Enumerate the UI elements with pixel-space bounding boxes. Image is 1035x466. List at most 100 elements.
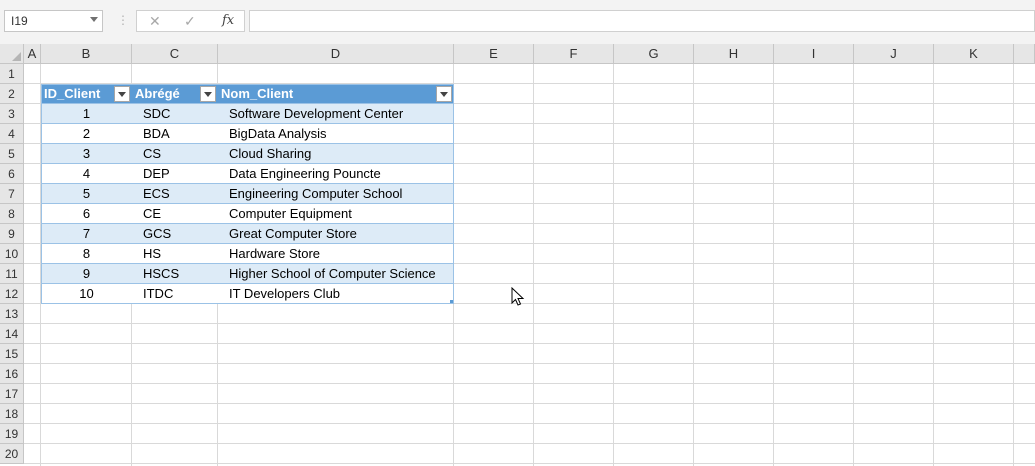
row-header-19[interactable]: 19 — [0, 424, 24, 444]
cell-abrege[interactable]: SDC — [143, 104, 218, 124]
gridline-vertical — [613, 64, 614, 466]
cell-nom-client[interactable]: Hardware Store — [229, 244, 454, 264]
gridline-horizontal — [24, 363, 1035, 364]
header-abrege-label: Abrégé — [135, 86, 180, 101]
gridline-horizontal — [24, 323, 1035, 324]
cell-abrege[interactable]: BDA — [143, 124, 218, 144]
cell-id-client[interactable]: 10 — [41, 284, 132, 304]
mouse-cursor-icon — [511, 287, 525, 306]
header-nom-client[interactable]: Nom_Client — [218, 84, 454, 104]
cell-abrege[interactable]: HS — [143, 244, 218, 264]
column-header-c[interactable]: C — [132, 44, 218, 64]
column-header-d[interactable]: D — [218, 44, 454, 64]
cell-id-client[interactable]: 5 — [41, 184, 132, 204]
gridline-horizontal — [24, 383, 1035, 384]
row-header-9[interactable]: 9 — [0, 224, 24, 244]
column-header-f[interactable]: F — [534, 44, 614, 64]
gridline-vertical — [773, 64, 774, 466]
header-id-client-label: ID_Client — [44, 86, 101, 101]
cell-id-client[interactable]: 7 — [41, 224, 132, 244]
gridline-vertical — [1013, 64, 1014, 466]
column-header-filler — [1014, 44, 1035, 64]
row-header-12[interactable]: 12 — [0, 284, 24, 304]
table-resize-handle[interactable] — [450, 300, 453, 303]
cell-id-client[interactable]: 1 — [41, 104, 132, 124]
cell-nom-client[interactable]: Computer Equipment — [229, 204, 454, 224]
gridline-vertical — [693, 64, 694, 466]
cell-abrege[interactable]: HSCS — [143, 264, 218, 284]
enter-icon[interactable]: ✓ — [184, 13, 196, 30]
cell-nom-client[interactable]: IT Developers Club — [229, 284, 454, 304]
gridline-horizontal — [24, 403, 1035, 404]
name-box[interactable]: I19 — [4, 10, 103, 32]
cell-abrege[interactable]: GCS — [143, 224, 218, 244]
cell-abrege[interactable]: ITDC — [143, 284, 218, 304]
cell-abrege[interactable]: CS — [143, 144, 218, 164]
cell-nom-client[interactable]: Software Development Center — [229, 104, 454, 124]
cancel-icon[interactable]: ✕ — [149, 13, 161, 30]
gridline-vertical — [933, 64, 934, 466]
filter-dropdown-icon[interactable] — [114, 86, 130, 102]
column-header-g[interactable]: G — [614, 44, 694, 64]
row-header-5[interactable]: 5 — [0, 144, 24, 164]
cell-id-client[interactable]: 8 — [41, 244, 132, 264]
row-header-2[interactable]: 2 — [0, 84, 24, 104]
gridline-horizontal — [24, 423, 1035, 424]
cell-abrege[interactable]: ECS — [143, 184, 218, 204]
row-header-14[interactable]: 14 — [0, 324, 24, 344]
row-header-8[interactable]: 8 — [0, 204, 24, 224]
row-header-13[interactable]: 13 — [0, 304, 24, 324]
cell-abrege[interactable]: CE — [143, 204, 218, 224]
formula-bar-grip-icon: ⋮ — [117, 13, 129, 27]
cell-id-client[interactable]: 4 — [41, 164, 132, 184]
insert-function-icon[interactable]: fx — [222, 13, 234, 28]
column-header-a[interactable]: A — [24, 44, 41, 64]
column-header-e[interactable]: E — [454, 44, 534, 64]
cell-id-client[interactable]: 3 — [41, 144, 132, 164]
column-header-j[interactable]: J — [854, 44, 934, 64]
column-header-i[interactable]: I — [774, 44, 854, 64]
row-header-10[interactable]: 10 — [0, 244, 24, 264]
header-nom-client-label: Nom_Client — [221, 86, 294, 101]
row-header-18[interactable]: 18 — [0, 404, 24, 424]
formula-input[interactable] — [249, 10, 1035, 32]
filter-dropdown-icon[interactable] — [436, 86, 452, 102]
cell-id-client[interactable]: 6 — [41, 204, 132, 224]
gridline-horizontal — [24, 443, 1035, 444]
cell-id-client[interactable]: 2 — [41, 124, 132, 144]
row-header-16[interactable]: 16 — [0, 364, 24, 384]
row-header-15[interactable]: 15 — [0, 344, 24, 364]
cell-nom-client[interactable]: Data Engineering Pouncte — [229, 164, 454, 184]
row-header-6[interactable]: 6 — [0, 164, 24, 184]
cell-nom-client[interactable]: Cloud Sharing — [229, 144, 454, 164]
cell-nom-client[interactable]: Higher School of Computer Science — [229, 264, 454, 284]
formula-buttons: ✕ ✓ fx — [136, 10, 245, 32]
cell-id-client[interactable]: 9 — [41, 264, 132, 284]
name-box-value: I19 — [11, 14, 28, 28]
cell-nom-client[interactable]: Great Computer Store — [229, 224, 454, 244]
filter-dropdown-icon[interactable] — [200, 86, 216, 102]
row-header-20[interactable]: 20 — [0, 444, 24, 464]
chevron-down-icon[interactable] — [90, 17, 98, 22]
row-header-1[interactable]: 1 — [0, 64, 24, 84]
row-header-7[interactable]: 7 — [0, 184, 24, 204]
column-header-b[interactable]: B — [41, 44, 132, 64]
select-all-icon — [12, 52, 21, 61]
column-header-h[interactable]: H — [694, 44, 774, 64]
gridline-horizontal — [24, 463, 1035, 464]
cell-nom-client[interactable]: BigData Analysis — [229, 124, 454, 144]
row-header-17[interactable]: 17 — [0, 384, 24, 404]
row-header-11[interactable]: 11 — [0, 264, 24, 284]
cell-nom-client[interactable]: Engineering Computer School — [229, 184, 454, 204]
column-header-k[interactable]: K — [934, 44, 1014, 64]
spreadsheet-grid[interactable]: ABCDEFGHIJK 1 2 3 4 5 6 7 8 9 10 11 12 13 14 15 16 17 18 1… — [0, 44, 1035, 466]
gridline-vertical — [853, 64, 854, 466]
row-header-3[interactable]: 3 — [0, 104, 24, 124]
header-abrege[interactable]: Abrégé — [132, 84, 218, 104]
gridline-vertical — [533, 64, 534, 466]
select-all-button[interactable] — [0, 44, 24, 64]
row-header-4[interactable]: 4 — [0, 124, 24, 144]
header-id-client[interactable]: ID_Client — [41, 84, 132, 104]
cell-abrege[interactable]: DEP — [143, 164, 218, 184]
gridline-horizontal — [24, 343, 1035, 344]
